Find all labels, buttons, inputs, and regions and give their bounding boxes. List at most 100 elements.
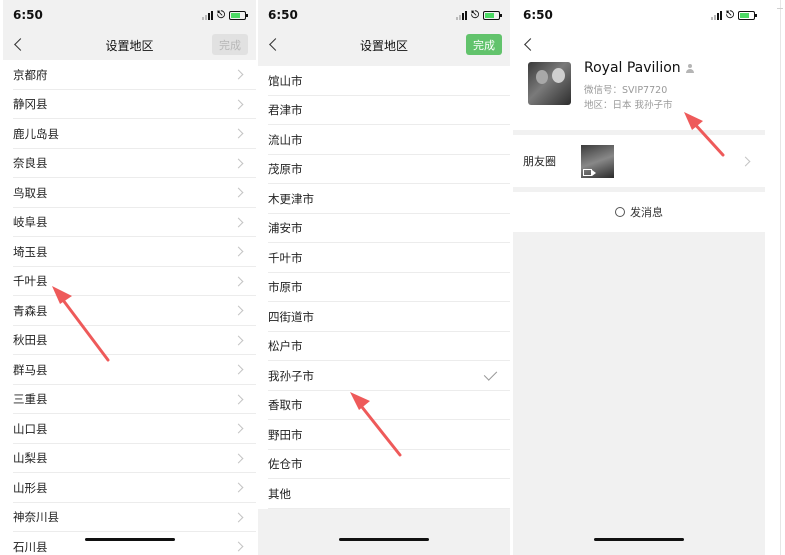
done-button[interactable]: 完成 — [212, 34, 248, 55]
status-time: 6:50 — [523, 8, 553, 22]
list-item[interactable]: 君津市 — [258, 96, 510, 126]
profile-name: Royal Pavilion — [584, 60, 681, 76]
list-item-label: 三重县 — [13, 392, 48, 407]
moments-label: 朋友圈 — [523, 155, 556, 168]
list-item[interactable]: 市原市 — [258, 273, 510, 303]
wifi-icon: ⎋ — [726, 9, 734, 21]
list-item[interactable]: 千叶市 — [258, 243, 510, 273]
status-bar: 6:50 ⎋ — [258, 0, 510, 30]
wechat-id: 微信号：SVIP7720 — [584, 85, 668, 96]
list-item[interactable]: 流山市 — [258, 125, 510, 155]
chevron-right-icon — [740, 156, 751, 166]
list-item[interactable]: 山梨县 — [3, 444, 256, 474]
list-item-label: 流山市 — [268, 132, 303, 147]
chevron-right-icon — [233, 128, 244, 139]
list-item[interactable]: 松户市 — [258, 332, 510, 362]
list-item[interactable]: 山口县 — [3, 414, 256, 444]
list-item[interactable]: 野田市 — [258, 420, 510, 450]
done-button[interactable]: 完成 — [466, 34, 502, 55]
list-item[interactable]: 馆山市 — [258, 66, 510, 96]
wifi-icon: ⎋ — [217, 9, 225, 21]
prefecture-list: 京都府静冈县鹿儿岛县奈良县鸟取县岐阜县埼玉县千叶县青森县秋田县 群马县三重县山口县… — [3, 60, 256, 555]
chevron-right-icon — [233, 423, 244, 434]
list-item[interactable]: 其他 — [258, 479, 510, 509]
signal-icon — [202, 10, 214, 20]
chevron-right-icon — [233, 512, 244, 523]
list-item-label: 四街道市 — [268, 309, 314, 324]
list-item-label: 山口县 — [13, 421, 48, 436]
list-item-label: 静冈县 — [13, 97, 48, 112]
list-item[interactable]: 浦安市 — [258, 214, 510, 244]
chevron-right-icon — [233, 158, 244, 169]
list-item-label: 青森县 — [13, 303, 48, 318]
list-item[interactable]: 山形县 — [3, 473, 256, 503]
list-item[interactable]: 静冈县 — [3, 90, 256, 120]
list-item-label: 奈良县 — [13, 156, 48, 171]
battery-icon — [738, 10, 757, 20]
list-item-label: 京都府 — [13, 67, 48, 82]
chevron-right-icon — [233, 246, 244, 257]
list-item-label: 千叶市 — [268, 250, 303, 265]
wifi-icon: ⎋ — [471, 9, 479, 21]
status-bar: 6:50 ⎋ — [513, 0, 765, 30]
list-item[interactable]: 京都府 — [3, 60, 256, 90]
back-chevron-icon[interactable] — [264, 33, 286, 55]
back-chevron-icon[interactable] — [519, 33, 541, 55]
back-chevron-icon[interactable] — [9, 33, 31, 55]
list-item-label: 山梨县 — [13, 451, 48, 466]
chevron-right-icon — [233, 276, 244, 287]
list-item[interactable]: 佐仓市 — [258, 450, 510, 480]
list-item[interactable]: 我孙子市 — [258, 361, 510, 391]
list-item[interactable]: 埼玉县 — [3, 237, 256, 267]
chevron-right-icon — [233, 394, 244, 405]
home-indicator — [84, 538, 175, 541]
list-item[interactable]: 四街道市 — [258, 302, 510, 332]
list-item[interactable]: 木更津市 — [258, 184, 510, 214]
profile-name-row: Royal Pavilion — [584, 60, 695, 76]
home-indicator — [339, 538, 429, 541]
moments-thumbnail — [581, 144, 614, 178]
list-item[interactable]: 秋田县 — [3, 326, 256, 356]
list-item[interactable]: 奈良县 — [3, 149, 256, 179]
avatar[interactable] — [528, 62, 571, 105]
list-item-label: 千叶县 — [13, 274, 48, 289]
battery-icon — [229, 10, 248, 20]
list-item-label: 岐阜县 — [13, 215, 48, 230]
list-item-label: 山形县 — [13, 480, 48, 495]
city-list: 馆山市 君津市流山市茂原市木更津市 浦安市千叶市市原市四街道市松户市我孙子市 香取市野… — [258, 66, 510, 509]
list-item[interactable]: 三重县 — [3, 385, 256, 415]
list-item[interactable]: 青森县 — [3, 296, 256, 326]
list-item[interactable]: 鸟取县 — [3, 178, 256, 208]
screenshot-composite: 6:50 ⎋ 设置地区 完成 京都府静冈县鹿儿岛县奈良县鸟取县岐阜县埼玉县千叶县… — [0, 0, 785, 555]
region-picker-city-screen: 6:50 ⎋ 设置地区 完成 馆山市 君津市 流山市 茂原市 木更津市 浦安市 千叶市 市原市… — [258, 0, 510, 555]
send-message-button[interactable]: 发消息 — [513, 192, 765, 232]
list-item[interactable]: 神奈川县 — [3, 503, 256, 533]
list-item-label: 其他 — [268, 486, 291, 501]
list-item[interactable]: 石川县 — [3, 532, 256, 555]
status-time: 6:50 — [13, 8, 43, 22]
list-item[interactable]: 群马县 — [3, 355, 256, 385]
chevron-right-icon — [233, 541, 244, 552]
chevron-right-icon — [233, 482, 244, 493]
signal-icon — [456, 10, 468, 20]
list-item-label: 鹿儿岛县 — [13, 126, 59, 141]
list-item[interactable]: 香取市 — [258, 391, 510, 421]
list-item-label: 茂原市 — [268, 162, 303, 177]
page-title: 设置地区 — [105, 38, 154, 53]
chevron-right-icon — [233, 187, 244, 198]
list-item-label: 佐仓市 — [268, 457, 303, 472]
chat-bubble-icon — [615, 207, 625, 217]
nav-bar: 设置地区 完成 — [3, 30, 256, 60]
list-item[interactable]: 岐阜县 — [3, 208, 256, 238]
list-item-label: 埼玉县 — [13, 244, 48, 259]
moments-row[interactable]: 朋友圈 — [513, 135, 765, 187]
chevron-right-icon — [233, 335, 244, 346]
chevron-right-icon — [233, 364, 244, 375]
list-item[interactable]: 千叶县 — [3, 267, 256, 297]
region-picker-prefecture-screen: 6:50 ⎋ 设置地区 完成 京都府静冈县鹿儿岛县奈良县鸟取县岐阜县埼玉县千叶县… — [3, 0, 256, 555]
profile-screen: 6:50 ⎋ Royal Pavilion 微信号：SVIP7720 地区：日本… — [513, 0, 765, 555]
chevron-right-icon — [233, 305, 244, 316]
list-item-label: 松户市 — [268, 339, 303, 354]
list-item[interactable]: 鹿儿岛县 — [3, 119, 256, 149]
list-item[interactable]: 茂原市 — [258, 155, 510, 185]
